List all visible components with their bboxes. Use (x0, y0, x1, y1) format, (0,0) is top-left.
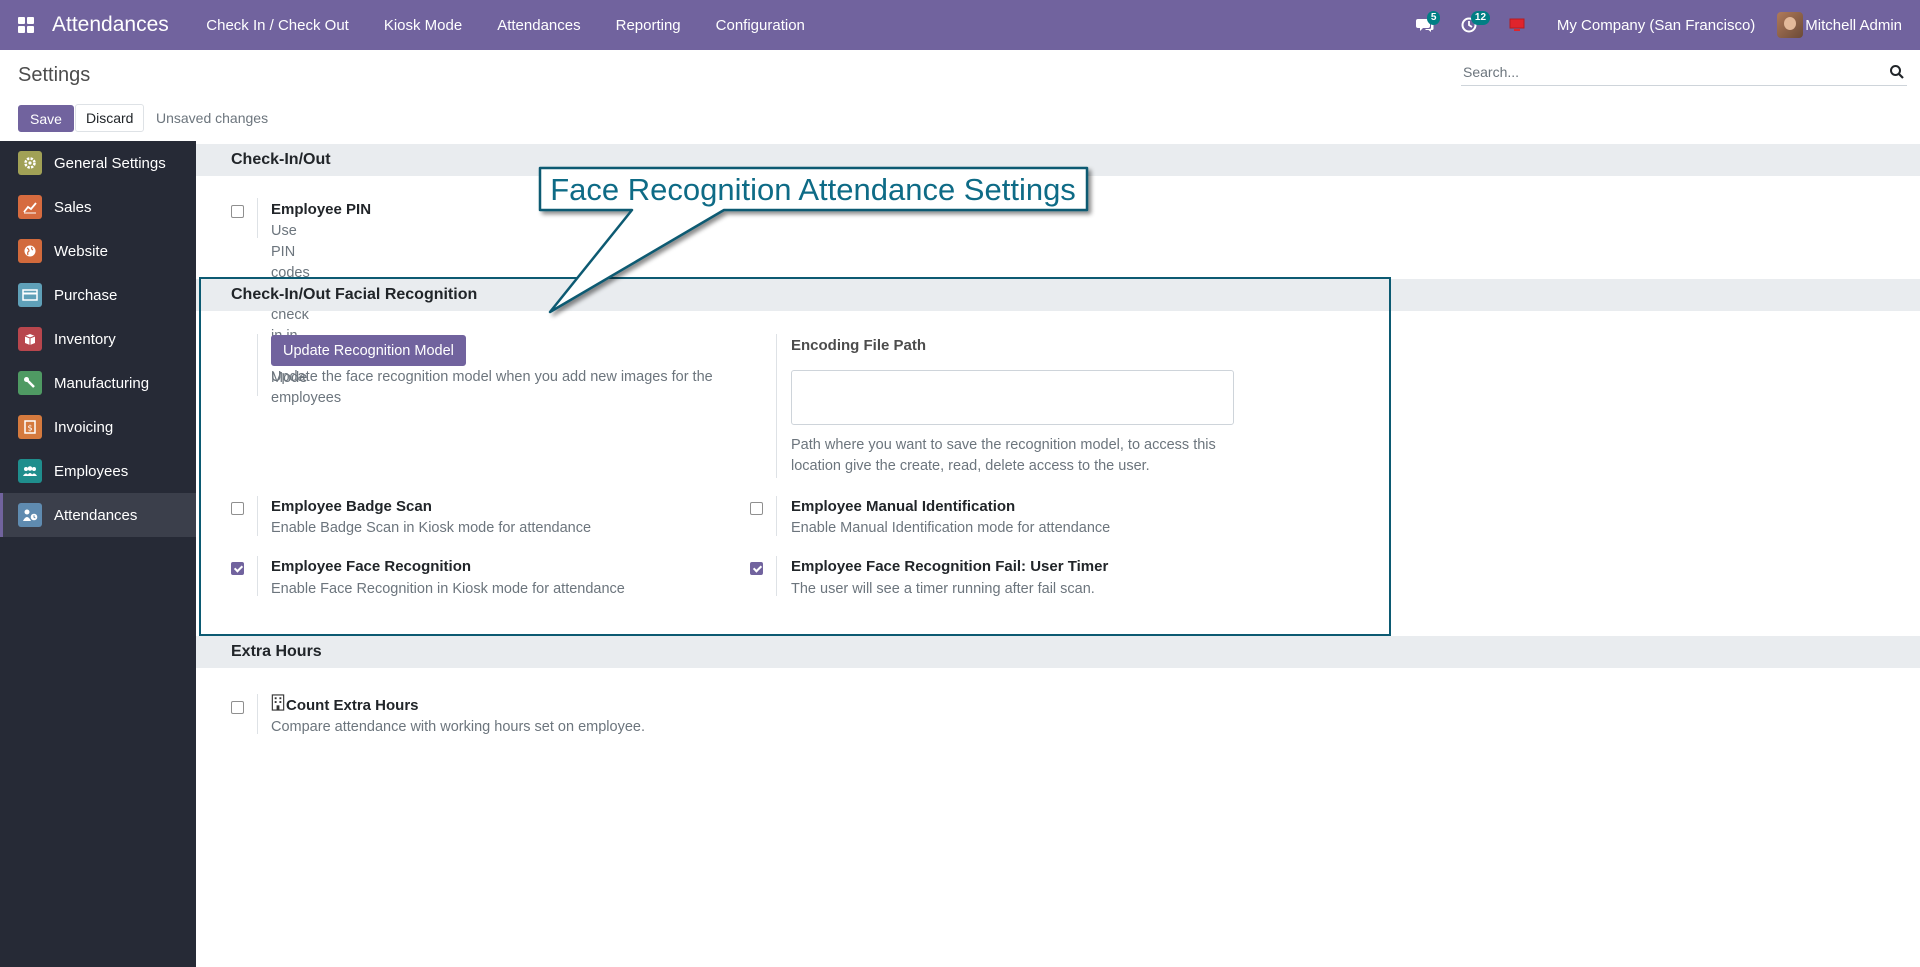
sidebar-item-inventory[interactable]: Inventory (0, 317, 196, 361)
sidebar-item-label: Invoicing (54, 418, 114, 436)
app-brand[interactable]: Attendances (52, 13, 169, 37)
sidebar-item-label: Inventory (54, 330, 116, 348)
save-button[interactable]: Save (18, 105, 74, 132)
activities-button[interactable]: 12 (1447, 0, 1491, 50)
sidebar-item-invoicing[interactable]: $ Invoicing (0, 405, 196, 449)
divider (257, 694, 258, 734)
section-extra-hours: Extra Hours (196, 636, 1920, 668)
annotation-label: Face Recognition Attendance Settings (550, 171, 1076, 207)
sidebar-item-label: Website (54, 242, 108, 260)
sidebar-item-label: Purchase (54, 286, 118, 304)
count-extra-hours-title: Count Extra Hours (286, 697, 419, 714)
sidebar-item-manufacturing[interactable]: Manufacturing (0, 361, 196, 405)
debug-button[interactable] (1495, 0, 1539, 50)
wrench-icon (18, 371, 42, 395)
search-input[interactable] (1461, 60, 1861, 84)
card-icon (18, 283, 42, 307)
people-icon (18, 459, 42, 483)
sidebar-item-label: Employees (54, 462, 129, 480)
count-extra-hours-desc: Compare attendance with working hours se… (271, 719, 645, 735)
count-extra-hours-checkbox[interactable] (231, 701, 244, 714)
user-name: Mitchell Admin (1805, 16, 1902, 34)
menu-check-in-out[interactable]: Check In / Check Out (189, 0, 367, 50)
highlight-box (199, 277, 1391, 636)
settings-sidebar: General Settings Sales Website Purchase … (0, 141, 196, 967)
apps-menu-icon[interactable] (0, 0, 52, 50)
search-bar (1461, 60, 1907, 86)
messages-badge: 5 (1426, 11, 1441, 25)
top-navbar: Attendances Check In / Check Out Kiosk M… (0, 0, 1920, 50)
user-menu[interactable]: Mitchell Admin (1777, 12, 1920, 38)
page-title: Settings (18, 64, 91, 86)
gear-icon (18, 151, 42, 175)
sidebar-item-label: General Settings (54, 154, 166, 172)
sidebar-item-attendances[interactable]: Attendances (0, 493, 196, 537)
sidebar-item-employees[interactable]: Employees (0, 449, 196, 493)
building-icon (271, 694, 285, 711)
svg-text:$: $ (27, 424, 32, 433)
messages-button[interactable]: 5 (1403, 0, 1447, 50)
invoice-icon: $ (18, 415, 42, 439)
employee-pin-checkbox[interactable] (231, 205, 244, 218)
monitor-icon (1509, 18, 1525, 31)
globe-icon (18, 239, 42, 263)
menu-attendances[interactable]: Attendances (480, 0, 598, 50)
activities-badge: 12 (1470, 11, 1491, 25)
user-avatar (1777, 12, 1804, 38)
discard-button[interactable]: Discard (75, 104, 145, 132)
menu-kiosk-mode[interactable]: Kiosk Mode (366, 0, 479, 50)
sidebar-item-sales[interactable]: Sales (0, 185, 196, 229)
chart-icon (18, 195, 42, 219)
sidebar-item-website[interactable]: Website (0, 229, 196, 273)
sidebar-item-label: Manufacturing (54, 374, 150, 392)
menu-configuration[interactable]: Configuration (698, 0, 822, 50)
sidebar-item-label: Attendances (54, 506, 138, 524)
employee-pin-title: Employee PIN (271, 201, 372, 218)
sidebar-item-label: Sales (54, 198, 92, 216)
menu-reporting[interactable]: Reporting (598, 0, 698, 50)
company-switcher[interactable]: My Company (San Francisco) (1539, 17, 1777, 34)
person-clock-icon (18, 503, 42, 527)
sidebar-item-purchase[interactable]: Purchase (0, 273, 196, 317)
sidebar-item-general-settings[interactable]: General Settings (0, 141, 196, 185)
unsaved-status: Unsaved changes (156, 110, 269, 126)
divider (257, 198, 258, 238)
box-icon (18, 327, 42, 351)
search-icon[interactable] (1889, 64, 1905, 80)
